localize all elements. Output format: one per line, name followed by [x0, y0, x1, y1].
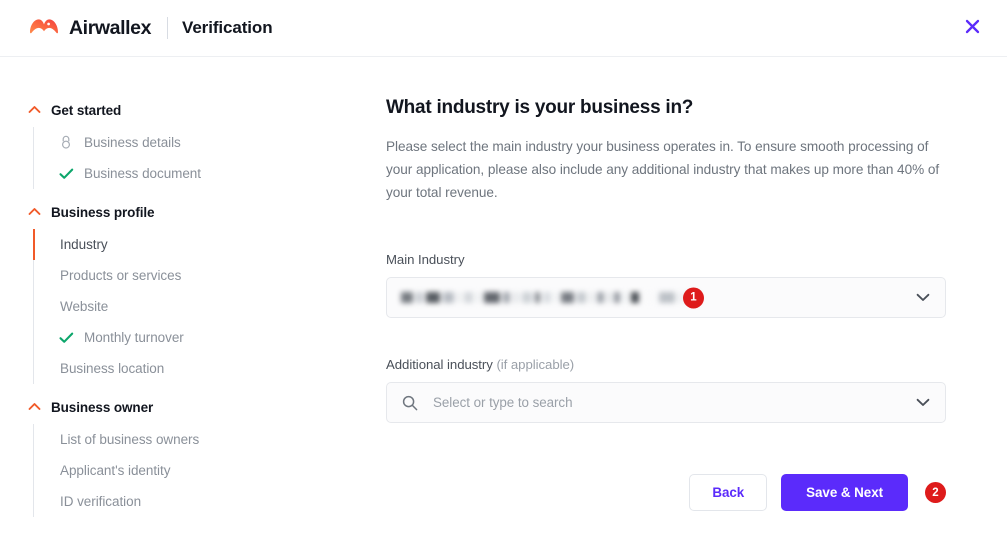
save-and-next-button[interactable]: Save & Next [781, 474, 908, 511]
main-industry-value-redacted [401, 291, 699, 304]
sidebar-item-monthly-turnover[interactable]: Monthly turnover [28, 322, 330, 353]
search-icon [401, 394, 419, 412]
lock-icon [58, 135, 74, 151]
sidebar-item-website[interactable]: Website [28, 291, 330, 322]
sidebar-item-label: Industry [60, 237, 108, 252]
chevron-up-icon [28, 101, 41, 119]
annotation-badge-1: 1 [683, 287, 704, 308]
sidebar-item-label: ID verification [60, 494, 142, 509]
sidebar-item-business-document[interactable]: Business document [28, 158, 330, 189]
additional-industry-label: Additional industry (if applicable) [386, 357, 977, 372]
app-header: Airwallex Verification [0, 0, 1007, 57]
sidebar-section-title: Business profile [51, 204, 155, 220]
additional-industry-select[interactable]: Select or type to search [386, 382, 946, 423]
sidebar-item-label: List of business owners [60, 432, 200, 447]
check-icon [58, 166, 74, 182]
sidebar-item-business-details[interactable]: Business details [28, 127, 330, 158]
sidebar-item-industry[interactable]: Industry [28, 229, 330, 260]
verification-sidebar: Get started Business details Business do… [0, 97, 330, 553]
sidebar-item-label: Business details [84, 135, 181, 150]
main-industry-field-group: Main Industry 1 [386, 252, 977, 318]
sidebar-section-header-business-owner[interactable]: Business owner [28, 394, 330, 420]
additional-industry-field-group: Additional industry (if applicable) Sele… [386, 357, 977, 423]
sidebar-section-business-profile: Business profile Industry Products or se… [28, 199, 330, 392]
sidebar-item-label: Monthly turnover [84, 330, 184, 345]
sidebar-item-label: Applicant's identity [60, 463, 171, 478]
sidebar-item-list-of-business-owners[interactable]: List of business owners [28, 424, 330, 455]
chevron-up-icon [28, 398, 41, 416]
sidebar-children-get-started: Business details Business document [28, 123, 330, 197]
sidebar-item-label: Products or services [60, 268, 182, 283]
sidebar-children-business-profile: Industry Products or services Website Mo… [28, 225, 330, 392]
additional-industry-row: Select or type to search [386, 382, 977, 423]
sidebar-item-label: Business location [60, 361, 165, 376]
sidebar-item-products-or-services[interactable]: Products or services [28, 260, 330, 291]
chevron-up-icon [28, 203, 41, 221]
sidebar-children-business-owner: List of business owners Applicant's iden… [28, 420, 330, 525]
annotation-badge-2: 2 [925, 482, 946, 503]
additional-industry-label-main: Additional industry [386, 357, 497, 372]
check-icon [58, 330, 74, 346]
sidebar-section-header-business-profile[interactable]: Business profile [28, 199, 330, 225]
brand: Airwallex [28, 16, 151, 41]
chevron-down-icon [914, 289, 932, 307]
sidebar-item-applicants-identity[interactable]: Applicant's identity [28, 455, 330, 486]
sidebar-section-business-owner: Business owner List of business owners A… [28, 394, 330, 525]
main-content: What industry is your business in? Pleas… [330, 97, 1007, 553]
body-container: Get started Business details Business do… [0, 57, 1007, 553]
main-industry-select[interactable]: 1 [386, 277, 946, 318]
close-button[interactable] [959, 15, 985, 41]
sidebar-item-label: Business document [84, 166, 201, 181]
sidebar-section-title: Get started [51, 102, 122, 118]
page-title: What industry is your business in? [386, 97, 694, 118]
sidebar-item-business-location[interactable]: Business location [28, 353, 330, 384]
back-button[interactable]: Back [689, 474, 768, 511]
chevron-down-icon [914, 394, 932, 412]
additional-industry-placeholder: Select or type to search [433, 395, 573, 410]
form-actions: Back Save & Next 2 [386, 474, 946, 511]
page-description: Please select the main industry your bus… [386, 139, 940, 200]
sidebar-item-id-verification[interactable]: ID verification [28, 486, 330, 517]
main-industry-label: Main Industry [386, 252, 465, 267]
close-icon [965, 19, 980, 37]
header-divider [167, 17, 169, 39]
additional-industry-label-hint: (if applicable) [496, 357, 575, 372]
sidebar-section-header-get-started[interactable]: Get started [28, 97, 330, 123]
sidebar-section-title: Business owner [51, 399, 154, 415]
airwallex-logo-icon [28, 16, 60, 41]
brand-name: Airwallex [69, 16, 152, 39]
main-industry-row: 1 [386, 277, 977, 318]
sidebar-item-label: Website [60, 299, 109, 314]
sidebar-section-get-started: Get started Business details Business do… [28, 97, 330, 197]
page-header-title: Verification [182, 18, 273, 37]
